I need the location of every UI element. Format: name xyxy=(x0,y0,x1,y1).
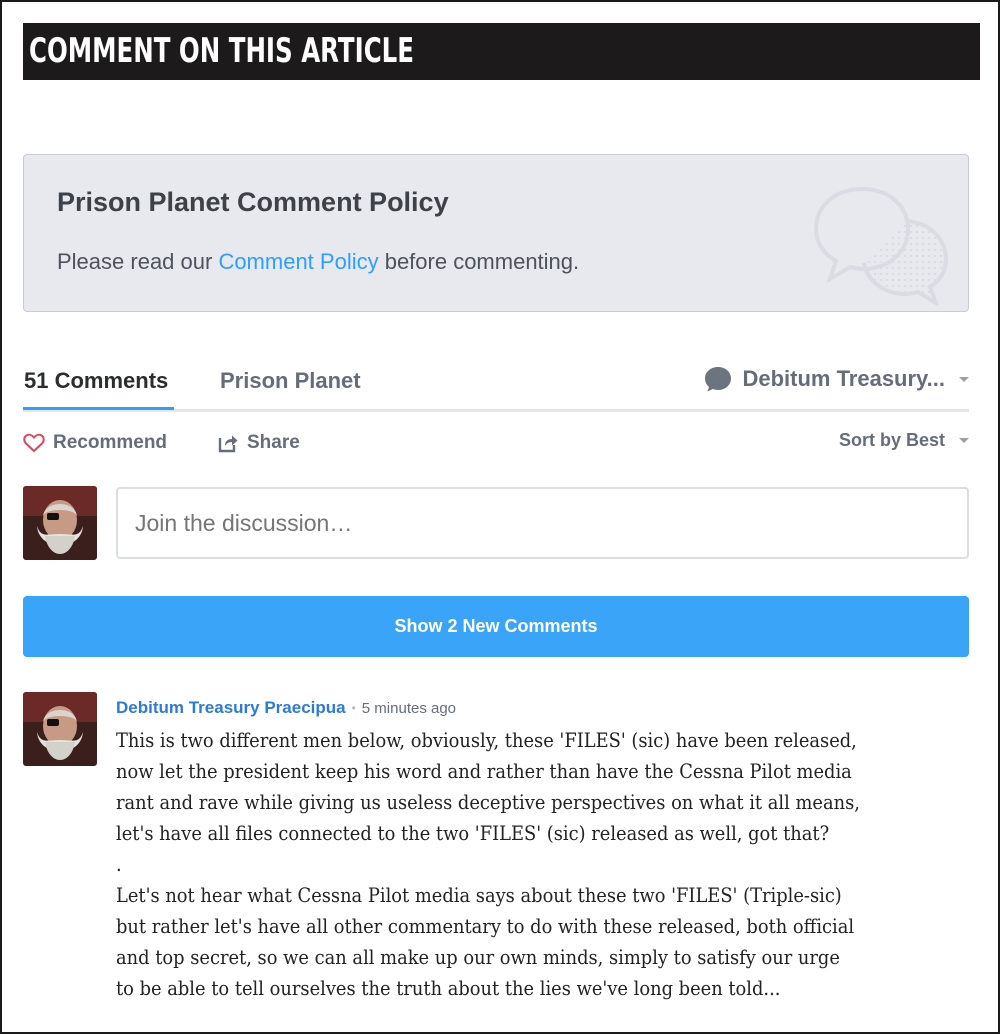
user-menu-label: Debitum Treasury... xyxy=(742,366,945,391)
user-menu[interactable]: Debitum Treasury... xyxy=(704,365,969,393)
comment-composer[interactable] xyxy=(116,487,969,559)
post-line: This is two different men below, obvious… xyxy=(116,729,857,752)
recommend-button[interactable]: Recommend xyxy=(23,432,167,454)
share-icon xyxy=(218,435,238,453)
tab-comments[interactable]: 51 Comments xyxy=(24,368,168,394)
comment-policy-link[interactable]: Comment Policy xyxy=(218,249,378,274)
post-author-link[interactable]: Debitum Treasury Praecipua xyxy=(116,698,346,718)
comment-post: Debitum Treasury Praecipua • 5 minutes a… xyxy=(116,696,976,1004)
policy-text-before: Please read our xyxy=(57,249,219,274)
user-avatar-image xyxy=(23,486,97,560)
user-avatar-image xyxy=(23,692,97,766)
avatar[interactable] xyxy=(23,486,97,560)
policy-title: Prison Planet Comment Policy xyxy=(57,187,449,217)
heart-icon xyxy=(23,433,45,453)
post-line: rant and rave while giving us useless de… xyxy=(116,791,860,814)
policy-text-after: before commenting. xyxy=(378,249,580,274)
comment-policy-box: Prison Planet Comment Policy Please read… xyxy=(23,154,969,312)
post-meta: Debitum Treasury Praecipua • 5 minutes a… xyxy=(116,696,976,720)
chevron-down-icon xyxy=(959,376,969,382)
post-line: to be able to tell ourselves the truth a… xyxy=(116,977,781,1000)
post-line: and top secret, so we can all make up ou… xyxy=(116,946,840,969)
post-line: let's have all files connected to the tw… xyxy=(116,822,830,845)
sort-label: Sort by Best xyxy=(838,430,945,450)
post-body: This is two different men below, obvious… xyxy=(116,725,976,1004)
chevron-down-icon xyxy=(959,438,969,443)
section-title: COMMENT ON THIS ARTICLE xyxy=(29,31,414,71)
share-label: Share xyxy=(247,432,300,453)
thread-actions: Recommend Share Sort by Best xyxy=(23,428,969,458)
post-line: now let the president keep his word and … xyxy=(116,760,852,783)
section-header: COMMENT ON THIS ARTICLE xyxy=(23,23,980,80)
active-tab-indicator xyxy=(23,407,174,410)
comments-nav: 51 Comments Prison Planet Debitum Treasu… xyxy=(23,360,969,412)
policy-text: Please read our Comment Policy before co… xyxy=(57,249,579,275)
share-button[interactable]: Share xyxy=(217,432,300,454)
avatar[interactable] xyxy=(23,692,97,766)
sort-dropdown[interactable]: Sort by Best xyxy=(839,430,969,451)
chat-bubble-icon xyxy=(705,367,732,392)
post-line: . xyxy=(116,853,122,876)
meta-separator: • xyxy=(351,701,356,715)
post-timestamp[interactable]: 5 minutes ago xyxy=(362,700,456,717)
recommend-label: Recommend xyxy=(53,432,168,453)
show-new-comments-button[interactable]: Show 2 New Comments xyxy=(23,596,969,657)
speech-bubbles-icon xyxy=(813,186,949,306)
comment-input[interactable] xyxy=(135,510,935,537)
tab-community[interactable]: Prison Planet xyxy=(220,368,361,394)
post-line: but rather let's have all other commenta… xyxy=(116,915,855,938)
post-line: Let's not hear what Cessna Pilot media s… xyxy=(116,884,842,907)
